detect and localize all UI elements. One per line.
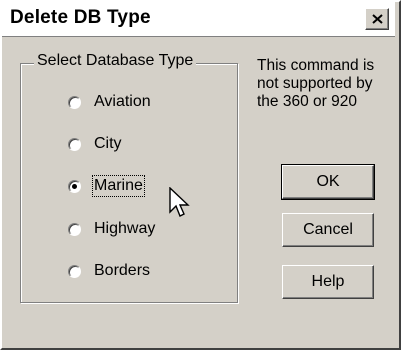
group-legend: Select Database Type xyxy=(34,51,197,71)
radio-aviation[interactable]: Aviation xyxy=(68,90,152,114)
cancel-button[interactable]: Cancel xyxy=(282,213,374,247)
radio-button[interactable] xyxy=(68,137,81,151)
radio-highway[interactable]: Highway xyxy=(68,217,156,241)
close-button[interactable] xyxy=(365,8,389,30)
radio-label: Aviation xyxy=(94,93,151,110)
note-line: not supported by xyxy=(257,75,373,92)
radio-city[interactable]: City xyxy=(68,132,123,156)
dialog-title: Delete DB Type xyxy=(10,7,151,28)
radio-label: Borders xyxy=(94,262,151,279)
unsupported-note: This command is not supported by the 360… xyxy=(257,57,397,111)
radio-button[interactable] xyxy=(68,264,81,278)
radio-label: Marine xyxy=(92,175,145,197)
note-line: the 360 or 920 xyxy=(257,93,357,110)
radio-button[interactable] xyxy=(68,95,81,109)
radio-label: City xyxy=(94,135,122,152)
radio-borders[interactable]: Borders xyxy=(68,259,151,283)
arrow-cursor-icon xyxy=(169,187,190,217)
title-bar[interactable]: Delete DB Type xyxy=(2,2,395,37)
ok-button[interactable]: OK xyxy=(281,164,375,200)
note-line: This command is xyxy=(257,57,375,74)
radio-marine[interactable]: Marine xyxy=(68,174,145,198)
close-icon xyxy=(372,14,383,24)
radio-button-selected[interactable] xyxy=(68,179,81,193)
radio-button[interactable] xyxy=(68,222,81,236)
help-button[interactable]: Help xyxy=(282,265,374,299)
radio-label: Highway xyxy=(94,220,156,237)
